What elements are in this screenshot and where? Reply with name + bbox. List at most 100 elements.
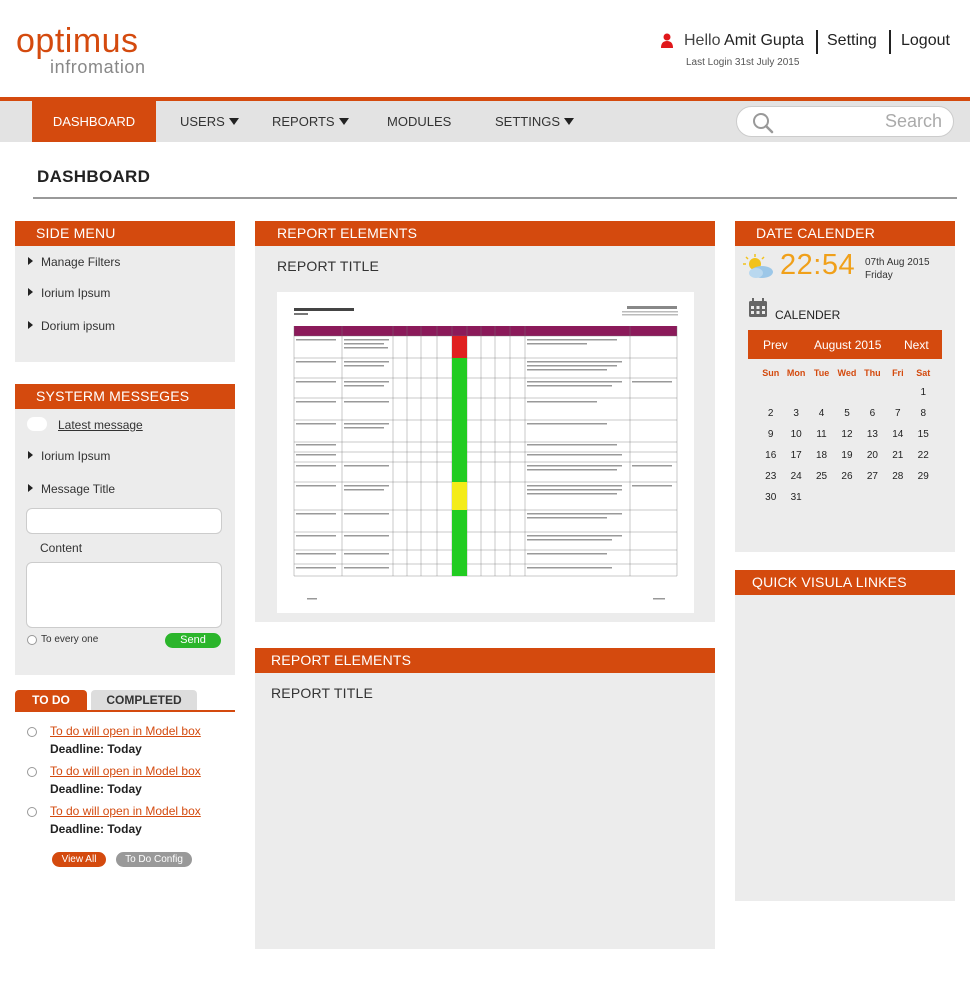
search-icon	[753, 113, 774, 134]
calendar-day[interactable]: 7	[885, 404, 910, 424]
tab-todo[interactable]: TO DO	[15, 690, 87, 710]
calendar-week-row: 9 10 11 12 13 14 15	[758, 425, 936, 445]
todo-link[interactable]: To do will open in Model box	[50, 804, 201, 818]
calendar-day[interactable]: 1	[911, 383, 936, 403]
caret-down-icon	[228, 118, 239, 125]
calendar-day[interactable]: 4	[809, 404, 834, 424]
tab-completed[interactable]: COMPLETED	[91, 690, 197, 710]
logout-link[interactable]: Logout	[901, 32, 950, 50]
calendar-day[interactable]: 30	[758, 488, 783, 508]
caret-right-icon	[28, 257, 33, 265]
view-all-button[interactable]: View All	[52, 852, 106, 867]
calendar-week-row: 30 31	[758, 488, 936, 508]
side-menu-item[interactable]: Iorium Ipsum	[28, 286, 110, 300]
todo-deadline: Deadline: Today	[50, 782, 142, 796]
calendar-day[interactable]: 28	[885, 467, 910, 487]
calendar-day[interactable]: 8	[911, 404, 936, 424]
todo-radio[interactable]	[27, 727, 37, 737]
nav-reports[interactable]: REPORTS	[272, 101, 349, 142]
search-placeholder: Search	[884, 111, 942, 131]
side-menu-title: SIDE MENU	[15, 221, 235, 246]
weekday-name: Sun	[762, 368, 780, 378]
calendar-day	[758, 383, 783, 403]
calendar-day[interactable]: 23	[758, 467, 783, 487]
calendar-day[interactable]: 15	[911, 425, 936, 445]
caret-right-icon	[28, 321, 33, 329]
calendar-day[interactable]: 26	[834, 467, 859, 487]
date-calendar-title: DATE CALENDER	[735, 221, 955, 246]
weekday-name: Mon	[786, 368, 806, 378]
nav-modules[interactable]: MODULES	[387, 101, 451, 142]
caret-right-icon	[28, 288, 33, 296]
calendar-day[interactable]: 22	[911, 446, 936, 466]
calendar-day	[783, 383, 808, 403]
page-title: DASHBOARD	[37, 167, 151, 186]
message-item[interactable]: Iorium Ipsum	[28, 449, 110, 463]
message-toggle[interactable]	[27, 417, 47, 431]
calendar-day	[885, 383, 910, 403]
todo-deadline: Deadline: Today	[50, 822, 142, 836]
user-name: Amit Gupta	[724, 32, 805, 49]
calendar-day	[911, 488, 936, 508]
calendar-day	[834, 488, 859, 508]
calendar-day	[860, 383, 885, 403]
nav-settings[interactable]: SETTINGS	[495, 101, 575, 142]
brand-logo[interactable]: optimus	[16, 22, 139, 60]
message-title-input[interactable]	[26, 508, 222, 534]
calendar-day[interactable]: 17	[783, 446, 808, 466]
recipient-radio[interactable]	[27, 635, 37, 645]
user-icon	[661, 33, 673, 48]
message-item[interactable]: Message Title	[28, 482, 115, 496]
calendar-day[interactable]: 12	[834, 425, 859, 445]
quick-links-panel: QUICK VISULA LINKES	[735, 570, 955, 901]
date-text: 07th Aug 2015	[865, 257, 930, 268]
nav-users[interactable]: USERS	[180, 101, 239, 142]
calender-label: CALENDER	[775, 308, 841, 322]
calendar-day[interactable]: 24	[783, 467, 808, 487]
report-title: REPORT TITLE	[277, 258, 379, 274]
calendar-day[interactable]: 11	[809, 425, 834, 445]
calendar-day[interactable]: 10	[783, 425, 808, 445]
next-month-button[interactable]: Next	[904, 338, 929, 352]
calendar-day[interactable]: 29	[911, 467, 936, 487]
last-login: Last Login 31st July 2015	[686, 57, 800, 68]
calendar-day[interactable]: 19	[834, 446, 859, 466]
calendar-day[interactable]: 18	[809, 446, 834, 466]
side-menu-item[interactable]: Dorium ipsum	[28, 319, 115, 333]
content-textarea[interactable]	[26, 562, 222, 628]
side-menu-item[interactable]: Manage Filters	[28, 255, 120, 269]
calendar-day[interactable]: 9	[758, 425, 783, 445]
calendar-day[interactable]: 6	[860, 404, 885, 424]
calendar-grid: Sun Mon Tue Wed Thu Fri Sat 1 2 3 4 5 6 7 8 9 10 1…	[758, 363, 936, 508]
todo-link[interactable]: To do will open in Model box	[50, 764, 201, 778]
calendar-week-row: 23 24 25 26 27 28 29	[758, 467, 936, 487]
calendar-day[interactable]: 2	[758, 404, 783, 424]
calendar-day[interactable]: 14	[885, 425, 910, 445]
weekday-row: Sun Mon Tue Wed Thu Fri Sat	[758, 363, 936, 383]
todo-link[interactable]: To do will open in Model box	[50, 724, 201, 738]
todo-config-button[interactable]: To Do Config	[116, 852, 192, 867]
calendar-day[interactable]: 25	[809, 467, 834, 487]
report-document-preview[interactable]	[277, 292, 694, 613]
calendar-day[interactable]: 21	[885, 446, 910, 466]
calendar-day[interactable]: 16	[758, 446, 783, 466]
calendar-week-row: 2345678	[758, 404, 936, 424]
todo-radio[interactable]	[27, 767, 37, 777]
latest-message-link[interactable]: Latest message	[58, 418, 143, 432]
recipient-label: To every one	[41, 634, 99, 645]
todo-deadline: Deadline: Today	[50, 742, 142, 756]
nav-dashboard[interactable]: DASHBOARD	[32, 101, 156, 142]
calendar-day[interactable]: 20	[860, 446, 885, 466]
todo-radio[interactable]	[27, 807, 37, 817]
calendar-day[interactable]: 31	[783, 488, 808, 508]
header-divider	[816, 30, 818, 54]
weekday-name: Thu	[864, 368, 881, 378]
calendar-day[interactable]: 13	[860, 425, 885, 445]
weekday-name: Fri	[892, 368, 904, 378]
prev-month-button[interactable]: Prev	[763, 338, 788, 352]
calendar-day[interactable]: 3	[783, 404, 808, 424]
send-button[interactable]: Send	[165, 633, 221, 648]
calendar-day[interactable]: 27	[860, 467, 885, 487]
setting-link[interactable]: Setting	[827, 32, 877, 50]
calendar-day[interactable]: 5	[834, 404, 859, 424]
